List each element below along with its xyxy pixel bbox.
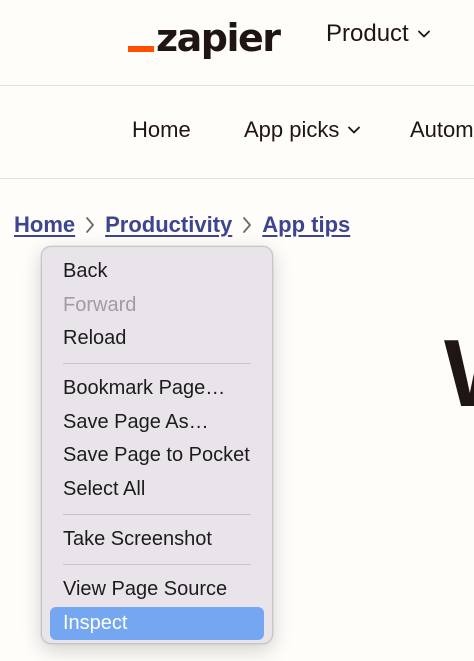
logo-text: zapier [156, 16, 281, 60]
menu-item-view-page-source[interactable]: View Page Source [42, 573, 272, 606]
breadcrumb-app-tips[interactable]: App tips [262, 212, 350, 238]
menu-item-save-page-as[interactable]: Save Page As… [42, 406, 272, 439]
chevron-right-icon [81, 214, 99, 236]
menu-separator [63, 513, 251, 515]
menu-item-bookmark-page[interactable]: Bookmark Page… [42, 372, 272, 405]
article-title: W [444, 326, 474, 422]
chevron-right-icon [238, 214, 256, 236]
context-menu: Back Forward Reload Bookmark Page… Save … [41, 246, 273, 644]
nav-item-automation[interactable]: Autom [410, 117, 474, 143]
menu-separator [63, 363, 251, 365]
secondary-nav: Home App picks Autom [0, 87, 474, 179]
chevron-down-icon [348, 126, 361, 134]
product-menu-button[interactable]: Product [326, 18, 431, 50]
menu-item-save-to-pocket[interactable]: Save Page to Pocket [42, 439, 272, 472]
menu-item-forward: Forward [63, 293, 137, 316]
nav-item-label: Autom [410, 117, 474, 142]
chevron-down-icon [417, 30, 430, 38]
nav-item-app-picks[interactable]: App picks [244, 117, 361, 143]
logo-underscore-mark [128, 46, 154, 52]
menu-separator [63, 564, 251, 566]
menu-item-reload[interactable]: Reload [42, 322, 272, 355]
nav-item-label: App picks [244, 117, 340, 142]
breadcrumb: Home Productivity App tips [14, 212, 350, 238]
zapier-logo[interactable]: zapier [128, 10, 281, 60]
breadcrumb-productivity[interactable]: Productivity [105, 212, 232, 238]
breadcrumb-home[interactable]: Home [14, 212, 75, 238]
menu-item-take-screenshot[interactable]: Take Screenshot [42, 523, 272, 556]
nav-item-home[interactable]: Home [132, 117, 191, 143]
menu-item-select-all[interactable]: Select All [42, 472, 272, 505]
menu-item-inspect[interactable]: Inspect [50, 606, 264, 640]
top-header: zapier Product [0, 0, 474, 86]
nav-item-label: Home [132, 117, 191, 142]
menu-item-back[interactable]: Back [42, 255, 272, 288]
page: zapier Product Home App picks Autom Home… [0, 0, 474, 661]
product-menu-label: Product [326, 20, 409, 47]
